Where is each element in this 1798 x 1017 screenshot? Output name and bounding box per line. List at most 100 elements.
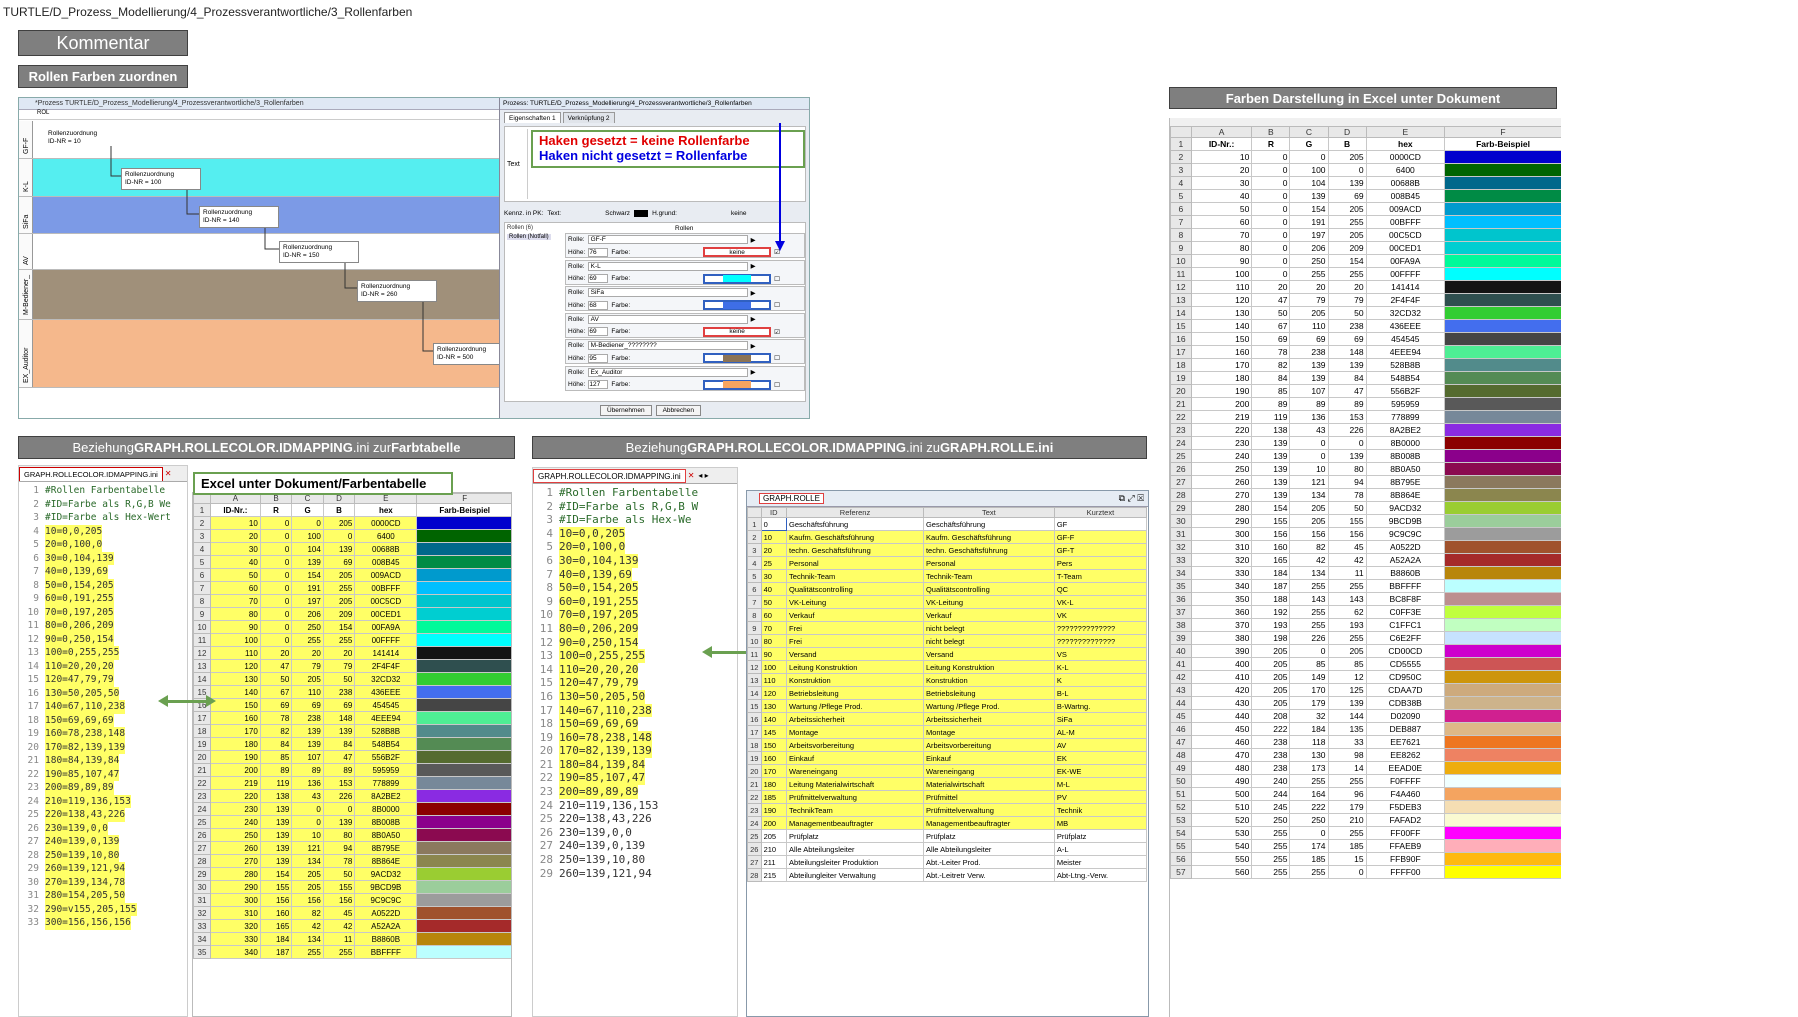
table-row[interactable]: 13 110 Konstruktion Konstruktion K (747, 673, 1148, 687)
column-letter[interactable]: F (1444, 126, 1561, 138)
table-row[interactable]: 34 330 184 134 11 B8860B (1170, 566, 1561, 580)
table-row[interactable]: 39 380 198 226 255 C6E2FF (1170, 631, 1561, 645)
column-letter[interactable]: A (1190, 126, 1253, 138)
table-row[interactable]: 10 80 Frei nicht belegt?????????????? (747, 634, 1148, 648)
checkbox-icon[interactable]: ☐ (774, 275, 780, 283)
checkbox-checked-icon[interactable]: ☑ (774, 328, 780, 336)
ok-button[interactable]: Übernehmen (600, 405, 652, 416)
table-row[interactable]: 20 190 85 107 47 556B2F (193, 750, 511, 764)
column-letter[interactable]: C (291, 493, 324, 504)
table-row[interactable]: 54 530 255 0 255 FF00FF (1170, 826, 1561, 840)
table-row[interactable]: 14 120 Betriebsleitung Betriebsleitung B-L (747, 686, 1148, 700)
play-icon[interactable]: ▶ (751, 289, 756, 297)
table-row[interactable]: 11 100 0 255 255 00FFFF (1170, 267, 1561, 281)
table-row[interactable]: 12 100 Leitung Konstruktion Leitung Konstru… (747, 660, 1148, 674)
table-row[interactable]: 4 30 0 104 139 00688B (1170, 176, 1561, 190)
rolle-select[interactable]: GF-F (587, 235, 748, 244)
table-row[interactable]: 6 50 0 154 205 009ACD (193, 568, 511, 582)
table-row[interactable]: 6 50 0 154 205 009ACD (1170, 202, 1561, 216)
table-row[interactable]: 49 480 238 173 14 EEAD0E (1170, 761, 1561, 775)
play-icon[interactable]: ▶ (751, 342, 756, 350)
table-row[interactable]: 11 100 0 255 255 00FFFF (193, 633, 511, 647)
table-row[interactable]: 7 60 0 191 255 00BFFF (193, 581, 511, 595)
hoehe-input[interactable]: 69 (588, 327, 609, 336)
table-row[interactable]: 21 180 Leitung Materialwirtschaft Materialw… (747, 777, 1148, 791)
table-row[interactable]: 42 410 205 149 12 CD950C (1170, 670, 1561, 684)
table-row[interactable]: 23 190 TechnikTeam Prüfmittelverwaltung Tech… (747, 803, 1148, 817)
table-row[interactable]: 13 120 47 79 79 2F4F4F (1170, 293, 1561, 307)
table-row[interactable]: 36 350 188 143 143 BC8F8F (1170, 592, 1561, 606)
table-row[interactable]: 22 219 119 136 153 778899 (1170, 410, 1561, 424)
farbe-select[interactable] (703, 273, 772, 284)
table-row[interactable]: 20 170 Wareneingang Wareneingang EK-WE (747, 764, 1148, 778)
table-row[interactable]: 56 550 255 185 15 FFB90F (1170, 852, 1561, 866)
column-letter[interactable]: D (1327, 126, 1367, 138)
table-row[interactable]: 8 70 0 197 205 00C5CD (1170, 228, 1561, 242)
ini-tab-right[interactable]: GRAPH.ROLLECOLOR.IDMAPPING.ini (533, 468, 686, 483)
table-row[interactable]: 29 280 154 205 50 9ACD32 (193, 867, 511, 881)
table-row[interactable]: 16 150 69 69 69 454545 (193, 698, 511, 712)
table-row[interactable]: 28 270 139 134 78 8B864E (1170, 488, 1561, 502)
rolle-select[interactable]: AV (587, 314, 748, 324)
table-row[interactable]: 23 220 138 43 226 8A2BE2 (1170, 423, 1561, 437)
table-row[interactable]: 24 230 139 0 0 8B0000 (1170, 436, 1561, 450)
process-box[interactable]: Rollenzuordnung ID-NR = 150 (279, 241, 359, 263)
hoehe-input[interactable]: 127 (588, 380, 609, 389)
column-letter[interactable]: C (1289, 126, 1329, 138)
hgrund-select[interactable]: keine (731, 210, 747, 217)
table-row[interactable]: 28 215 Abteilungleiter Verwaltung Abt.-Leit… (747, 868, 1148, 882)
play-icon[interactable]: ▶ (751, 262, 756, 270)
column-letter[interactable]: E (1365, 126, 1446, 138)
table-row[interactable]: 1 0 Geschäftsführung Geschäftsführung GF (747, 517, 1148, 531)
table-row[interactable]: 24 230 139 0 0 8B0000 (193, 802, 511, 816)
column-header[interactable]: Kurztext (1053, 507, 1148, 518)
checkbox-icon[interactable]: ☐ (774, 301, 780, 309)
table-row[interactable]: 19 180 84 139 84 548B54 (1170, 371, 1561, 385)
table-row[interactable]: 26 210 Alle Abteilungsleiter Alle Abteilung… (747, 842, 1148, 856)
rolle-select[interactable]: Ex_Auditor (587, 367, 748, 377)
table-row[interactable]: 30 290 155 205 155 9BCD9B (1170, 514, 1561, 528)
table-row[interactable]: 35 340 187 255 255 BBFFFF (1170, 579, 1561, 593)
table-row[interactable]: 44 430 205 179 139 CDB38B (1170, 696, 1561, 710)
hoehe-input[interactable]: 68 (588, 300, 609, 310)
table-row[interactable]: 22 219 119 136 153 778899 (193, 776, 511, 790)
table-row[interactable]: 12 110 20 20 20 141414 (193, 646, 511, 660)
table-row[interactable]: 28 270 139 134 78 8B864E (193, 854, 511, 868)
table-row[interactable]: 2 10 0 0 205 0000CD (193, 516, 511, 530)
table-row[interactable]: 33 320 165 42 42 A52A2A (1170, 553, 1561, 567)
table-row[interactable]: 5 30 Technik-Team Technik-Team T-Team (747, 569, 1148, 583)
tab-eigenschaften[interactable]: Eigenschaften 1 (504, 112, 561, 123)
process-box[interactable]: Rollenzuordnung ID-NR = 140 (199, 206, 279, 228)
table-row[interactable]: 34 330 184 134 11 B8860B (193, 932, 511, 946)
table-row[interactable]: 16 150 69 69 69 454545 (1170, 332, 1561, 346)
table-row[interactable]: 32 310 160 82 45 A0522D (193, 906, 511, 920)
table-row[interactable]: 50 490 240 255 255 F0FFFF (1170, 774, 1561, 788)
table-row[interactable]: 10 90 0 250 154 00FA9A (1170, 254, 1561, 268)
rolle-select[interactable]: M-Bediener_???????? (587, 341, 748, 350)
column-header[interactable]: ID (760, 507, 788, 518)
table-row[interactable]: 26 250 139 10 80 8B0A50 (193, 828, 511, 842)
table-row[interactable]: 35 340 187 255 255 BBFFFF (193, 945, 511, 959)
table-row[interactable]: 21 200 89 89 89 595959 (193, 763, 511, 777)
checkbox-icon[interactable]: ☐ (774, 354, 780, 362)
table-row[interactable]: 17 145 Montage Montage AL-M (747, 725, 1148, 739)
column-header[interactable]: Referenz (786, 507, 924, 518)
table-row[interactable]: 29 280 154 205 50 9ACD32 (1170, 501, 1561, 515)
farbe-select[interactable]: keine (703, 326, 772, 337)
tab-verknuepfung[interactable]: Verknüpfung 2 (562, 112, 615, 123)
table-row[interactable]: 33 320 165 42 42 A52A2A (193, 919, 511, 933)
table-row[interactable]: 15 130 Wartung /Pflege Prod. Wartung /Pfleg… (747, 699, 1148, 713)
table-row[interactable]: 3 20 0 100 0 6400 (1170, 163, 1561, 177)
table-row[interactable]: 31 300 156 156 156 9C9C9C (193, 893, 511, 907)
table-row[interactable]: 6 40 Qualitätscontrolling Qualitätscontroll… (747, 582, 1148, 596)
rolle-select[interactable]: K-L (587, 261, 748, 271)
process-box[interactable]: Rollenzuordnung ID-NR = 10 (45, 128, 125, 148)
table-row[interactable]: 23 220 138 43 226 8A2BE2 (193, 789, 511, 803)
close-icon[interactable]: ✕ (165, 469, 172, 478)
table-row[interactable]: 25 240 139 0 139 8B008B (193, 815, 511, 829)
table-row[interactable]: 41 400 205 85 85 CD5555 (1170, 657, 1561, 671)
hoehe-input[interactable]: 76 (588, 247, 609, 257)
table-row[interactable]: 3 20 techn. Geschäftsführung techn. Geschäf… (747, 543, 1148, 557)
rollen-notfall[interactable]: Rollen (Notfall) (507, 234, 551, 240)
comment-button[interactable]: Kommentar (18, 30, 188, 56)
